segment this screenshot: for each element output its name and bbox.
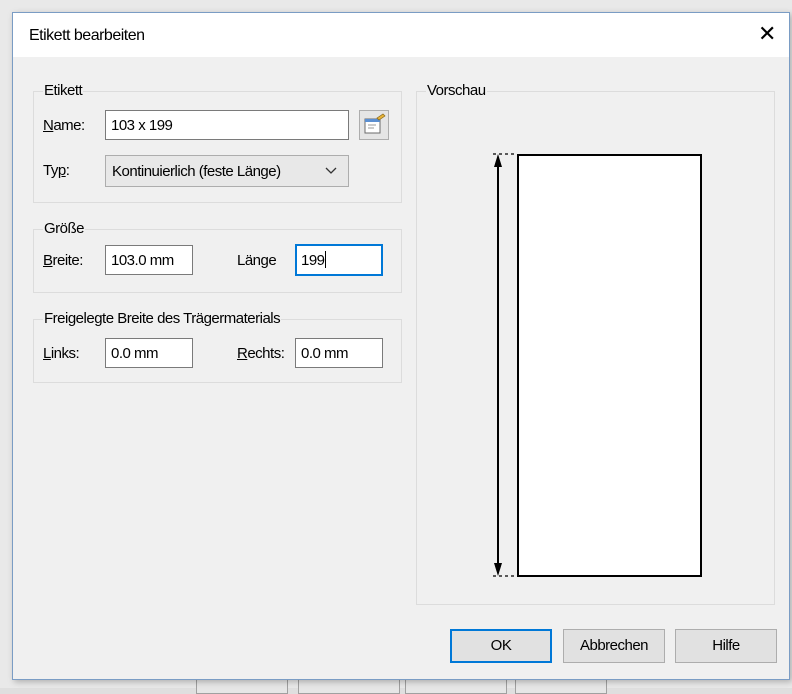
edit-properties-icon (364, 113, 386, 134)
breite-input[interactable]: 103.0 mm (105, 245, 193, 275)
laenge-label: Länge (237, 252, 277, 269)
laenge-input[interactable]: 199 (295, 244, 383, 276)
vorschau-legend: Vorschau (426, 82, 487, 99)
typ-select-value: Kontinuierlich (feste Länge) (112, 163, 281, 180)
rechts-input[interactable]: 0.0 mm (295, 338, 383, 368)
name-label: Name: (43, 117, 85, 134)
etikett-legend: Etikett (43, 82, 84, 99)
name-input[interactable]: 103 x 199 (105, 110, 349, 140)
breite-label: Breite: (43, 252, 83, 269)
help-button[interactable]: Hilfe (675, 629, 777, 663)
label-preview (517, 154, 702, 577)
chevron-down-icon (325, 167, 337, 174)
edit-label-dialog: Etikett bearbeiten ✕ Etikett Name: 103 x… (12, 12, 790, 680)
length-dimension-arrow (493, 153, 517, 577)
traeger-legend: Freigelegte Breite des Trägermaterials (43, 310, 282, 327)
typ-label: Typ: (43, 162, 70, 179)
rechts-label: Rechts: (237, 345, 285, 362)
groesse-legend: Größe (43, 220, 86, 237)
ok-button[interactable]: OK (450, 629, 552, 663)
dialog-title: Etikett bearbeiten (29, 27, 145, 44)
title-bar: Etikett bearbeiten ✕ (13, 13, 789, 57)
cancel-button[interactable]: Abbrechen (563, 629, 665, 663)
typ-select[interactable]: Kontinuierlich (feste Länge) (105, 155, 349, 187)
links-input[interactable]: 0.0 mm (105, 338, 193, 368)
label-properties-button[interactable] (359, 110, 389, 140)
text-caret (324, 251, 326, 268)
close-icon[interactable]: ✕ (745, 13, 789, 57)
links-label: Links: (43, 345, 80, 362)
